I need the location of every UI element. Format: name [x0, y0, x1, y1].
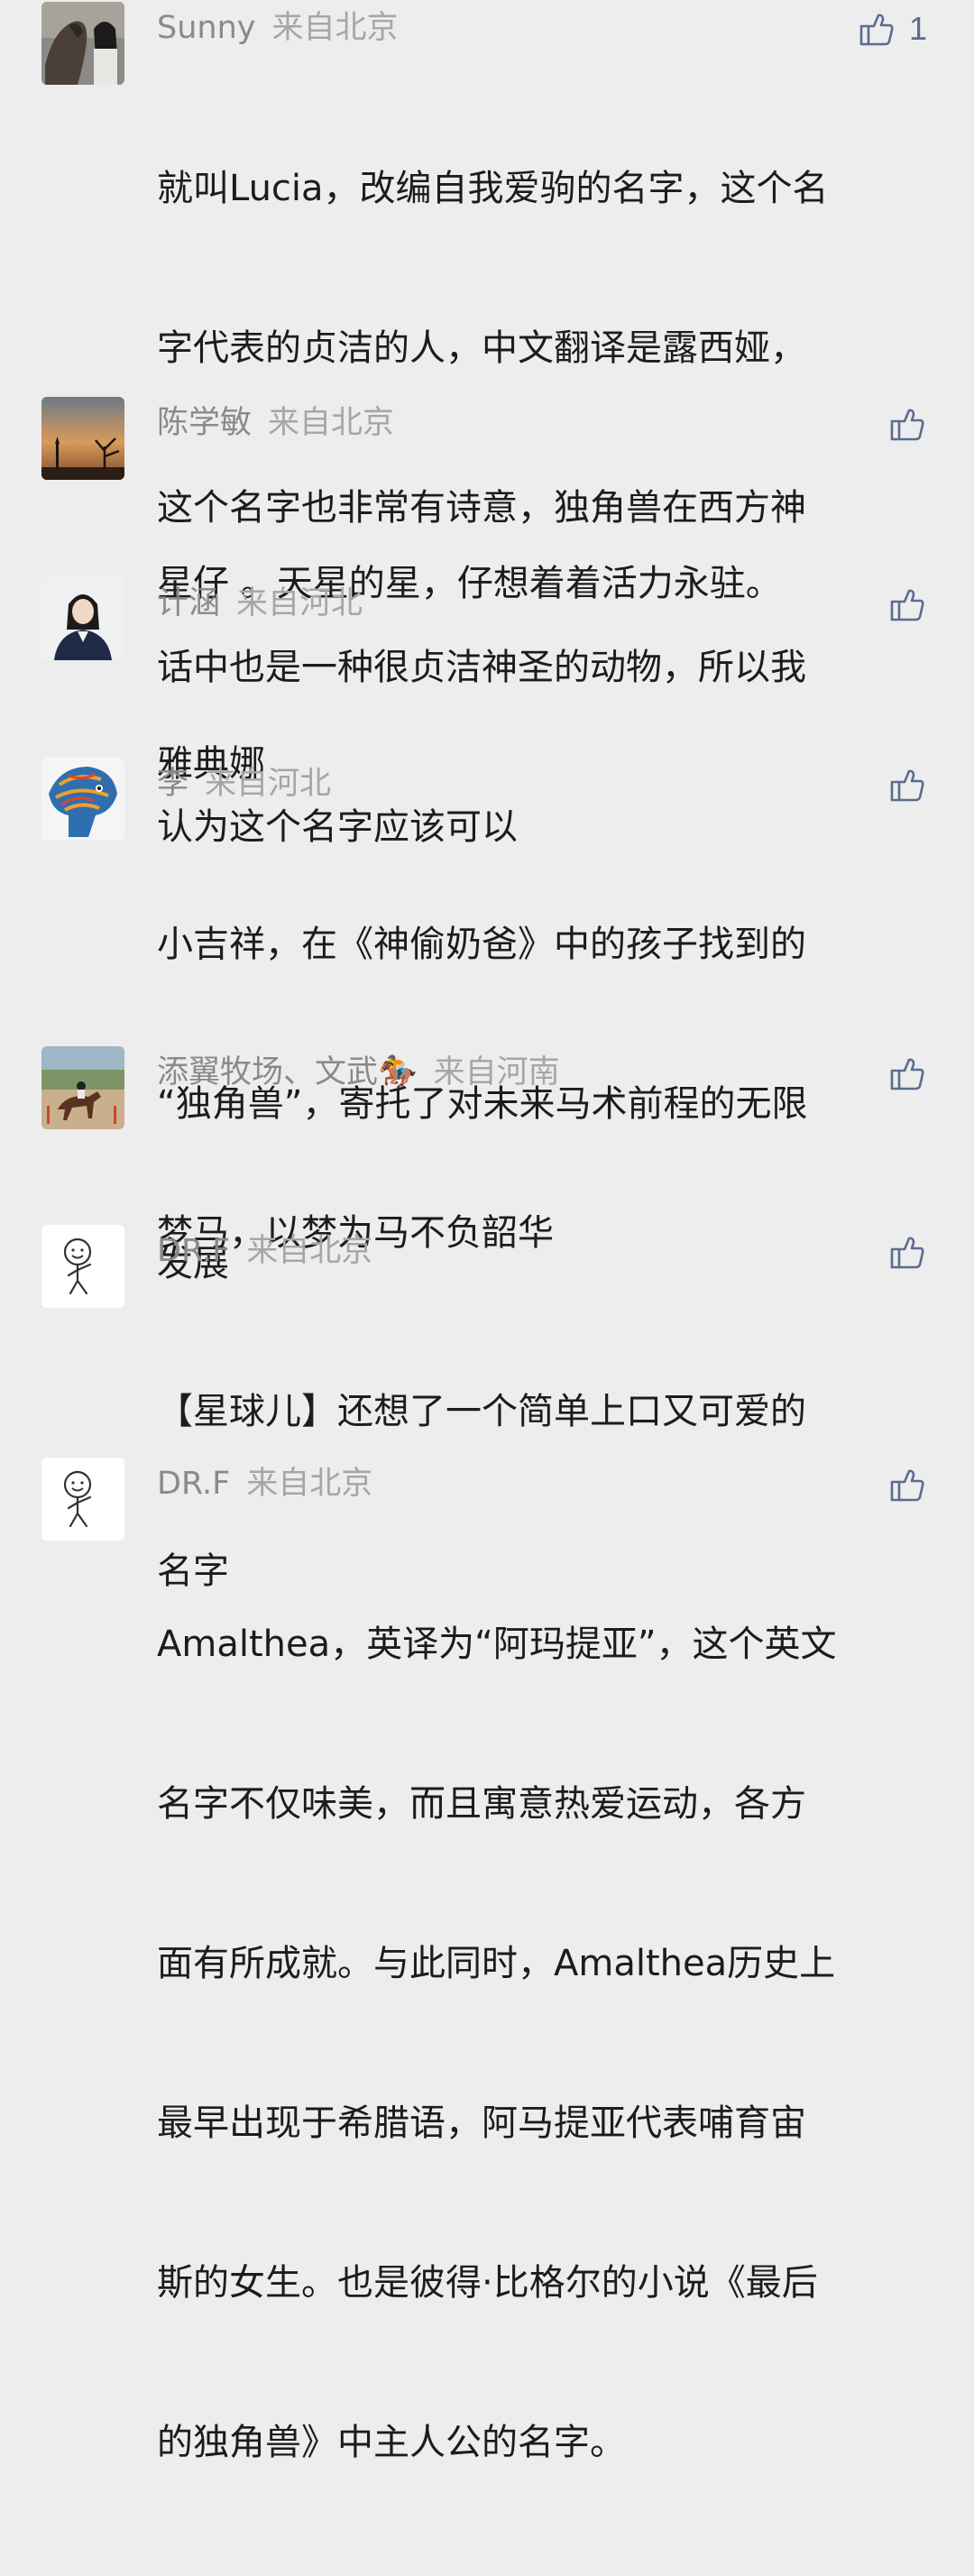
comment-content: Amalthea，英译为“阿玛提亚”，这个英文 名字不仅味美，而且寓意热爱运动，…	[157, 1512, 933, 2576]
like-button[interactable]	[887, 1228, 927, 1275]
location-label: 来自北京	[268, 405, 395, 441]
like-count: 1	[908, 10, 927, 47]
username[interactable]: Sunny	[157, 10, 255, 46]
like-button[interactable]	[887, 581, 927, 628]
thumbs-up-icon	[890, 409, 924, 441]
avatar[interactable]	[41, 758, 124, 841]
location-label: 来自河北	[205, 766, 332, 802]
comment-meta: DR.F 来自北京	[157, 1458, 372, 1510]
username[interactable]: 李	[157, 766, 188, 802]
location-label: 来自北京	[246, 1466, 373, 1502]
thumbs-up-icon	[859, 14, 894, 46]
avatar-image	[41, 2, 124, 85]
avatar[interactable]	[41, 1225, 124, 1308]
avatar-image	[41, 1225, 124, 1308]
username[interactable]: DR.F	[157, 1233, 230, 1269]
location-label: 来自北京	[246, 1233, 373, 1269]
location-label: 来自北京	[271, 10, 399, 46]
avatar[interactable]	[41, 577, 124, 660]
avatar[interactable]	[41, 1458, 124, 1541]
comment-meta: DR.F 来自北京	[157, 1225, 372, 1277]
comment-line: Amalthea，英译为“阿玛提亚”，这个英文	[157, 1624, 837, 1665]
comment-meta: 添翼牧场、文武🏇 来自河南	[157, 1046, 560, 1099]
like-button[interactable]	[887, 1050, 927, 1097]
comment-line: 字代表的贞洁的人，中文翻译是露西娅，	[157, 327, 806, 369]
username[interactable]: 添翼牧场、文武🏇	[157, 1054, 418, 1090]
like-button[interactable]	[887, 761, 927, 808]
comment-line: 面有所成就。与此同时，Amalthea历史上	[157, 1943, 836, 1984]
like-button[interactable]: 1	[857, 5, 927, 52]
avatar-image	[41, 1046, 124, 1129]
avatar-image	[41, 758, 124, 841]
avatar-image	[41, 577, 124, 660]
avatar[interactable]	[41, 1046, 124, 1129]
username[interactable]: 计涵	[157, 585, 220, 621]
like-button[interactable]	[887, 1461, 927, 1508]
username[interactable]: 陈学敏	[157, 405, 252, 441]
thumbs-up-icon	[890, 1469, 924, 1502]
thumbs-up-icon	[890, 1237, 924, 1269]
thumbs-up-icon	[890, 1058, 924, 1090]
comment-meta: Sunny 来自北京	[157, 2, 399, 54]
thumbs-up-icon	[890, 589, 924, 621]
comment-line: 【星球儿】还想了一个简单上口又可爱的	[157, 1391, 806, 1432]
avatar[interactable]	[41, 2, 124, 85]
location-label: 来自河北	[236, 585, 363, 621]
comment-line: 最早出现于希腊语，阿马提亚代表哺育宙	[157, 2102, 806, 2144]
thumbs-up-icon	[890, 769, 924, 802]
avatar-image	[41, 397, 124, 480]
comment-meta: 李来自河北	[157, 758, 331, 810]
comment-list: Sunny 来自北京 1 就叫Lucia，改编自我爱驹的名字，这个名 字代表的贞洁…	[0, 0, 974, 2463]
location-label: 来自河南	[433, 1054, 560, 1090]
comment-meta: 计涵 来自河北	[157, 577, 363, 630]
comment-line: 名字不仅味美，而且寓意热爱运动，各方	[157, 1783, 806, 1825]
comment-meta: 陈学敏 来自北京	[157, 397, 394, 449]
comment-line: 小吉祥，在《神偷奶爸》中的孩子找到的	[157, 924, 806, 965]
avatar[interactable]	[41, 397, 124, 480]
username[interactable]: DR.F	[157, 1466, 230, 1502]
like-button[interactable]	[887, 400, 927, 447]
comment-line: 就叫Lucia，改编自我爱驹的名字，这个名	[157, 168, 829, 209]
comment-line: 的独角兽》中主人公的名字。	[157, 2422, 626, 2463]
avatar-image	[41, 1458, 124, 1541]
comment-line: 斯的女生。也是彼得·比格尔的小说《最后	[157, 2262, 818, 2304]
